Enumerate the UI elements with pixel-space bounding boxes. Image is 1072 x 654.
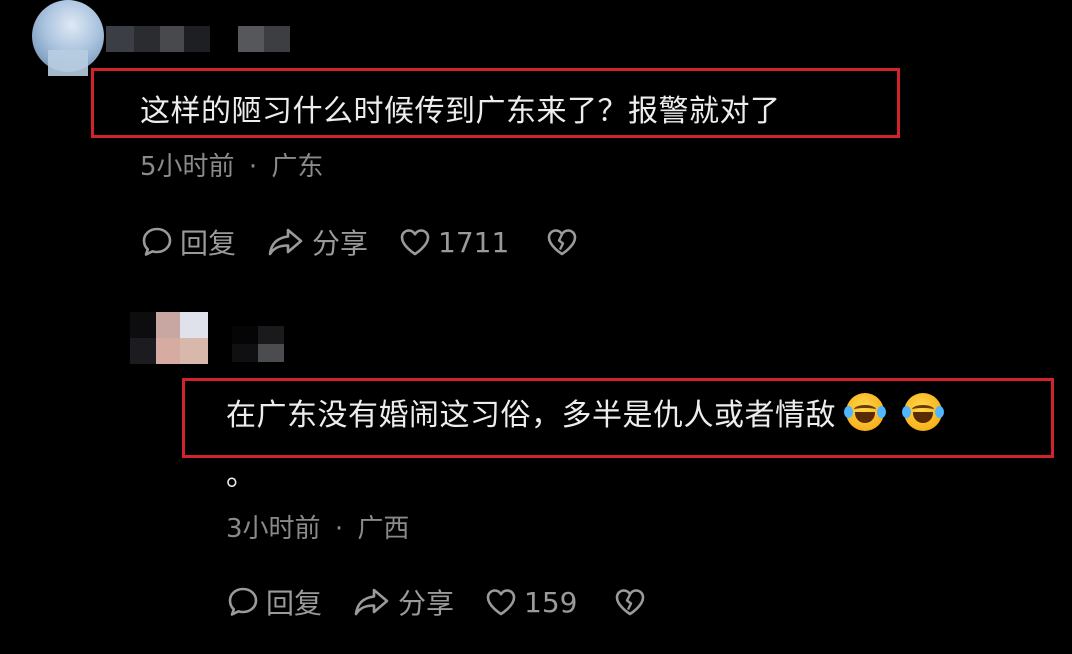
username-mosaic[interactable] bbox=[232, 326, 284, 362]
share-button[interactable]: 分享 bbox=[352, 582, 454, 622]
dislike-button[interactable] bbox=[613, 586, 647, 618]
comment-text: 这样的陋习什么时候传到广东来了？报警就对了 bbox=[140, 94, 781, 129]
comment-region: 广西 bbox=[357, 514, 410, 544]
broken-heart-icon bbox=[613, 586, 647, 618]
like-count: 1711 bbox=[438, 225, 510, 259]
comment-text: 在广东没有婚闹这习俗，多半是仇人或者情敌 bbox=[226, 390, 944, 434]
comment-actions: 回复 分享 1711 bbox=[140, 222, 609, 262]
dislike-button[interactable] bbox=[545, 226, 579, 258]
username-mosaic[interactable] bbox=[106, 26, 290, 52]
comment-region: 广东 bbox=[271, 152, 324, 182]
heart-icon bbox=[398, 226, 432, 258]
meta-separator: · bbox=[248, 152, 258, 182]
comment-meta: 3小时前 · 广西 bbox=[226, 508, 409, 545]
comment-bubble-icon bbox=[226, 585, 260, 619]
rofl-emoji-icon bbox=[902, 393, 944, 431]
broken-heart-icon bbox=[545, 226, 579, 258]
reply-label: 回复 bbox=[180, 227, 237, 260]
avatar[interactable] bbox=[30, 0, 106, 86]
like-button[interactable]: 1711 bbox=[398, 226, 509, 259]
reply-button[interactable]: 回复 bbox=[140, 222, 236, 262]
share-arrow-icon bbox=[266, 225, 306, 259]
comment-time: 3小时前 bbox=[226, 514, 321, 544]
comment-text-body: 在广东没有婚闹这习俗，多半是仇人或者情敌 bbox=[226, 398, 836, 433]
comment-bubble-icon bbox=[140, 225, 174, 259]
like-button[interactable]: 159 bbox=[484, 586, 577, 619]
share-button[interactable]: 分享 bbox=[266, 222, 368, 262]
share-label: 分享 bbox=[398, 587, 455, 620]
share-label: 分享 bbox=[312, 227, 369, 260]
comment-text-tail: 。 bbox=[226, 458, 257, 493]
share-arrow-icon bbox=[352, 585, 392, 619]
reply-label: 回复 bbox=[266, 587, 323, 620]
meta-separator: · bbox=[334, 514, 344, 544]
comment-time: 5小时前 bbox=[140, 152, 235, 182]
comment-actions: 回复 分享 159 bbox=[226, 582, 677, 622]
reply-button[interactable]: 回复 bbox=[226, 582, 322, 622]
rofl-emoji-icon bbox=[844, 393, 886, 431]
comment-meta: 5小时前 · 广东 bbox=[140, 146, 323, 183]
avatar[interactable] bbox=[130, 312, 208, 364]
like-count: 159 bbox=[524, 585, 578, 619]
heart-icon bbox=[484, 586, 518, 618]
